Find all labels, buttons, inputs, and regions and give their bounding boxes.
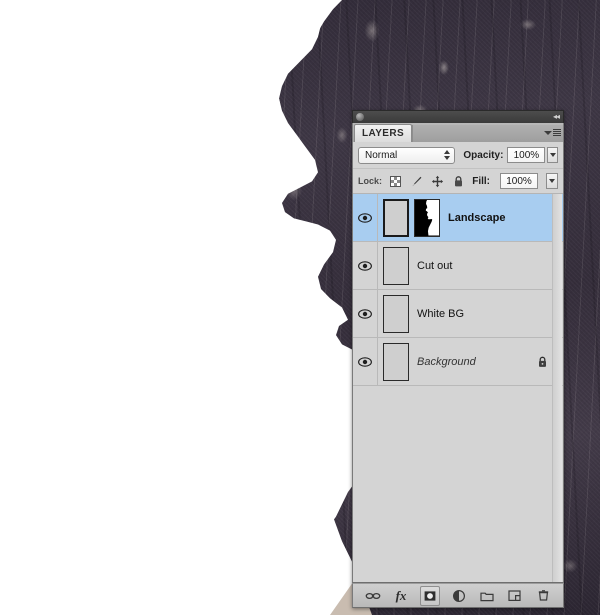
layer-name[interactable]: Landscape [448, 212, 505, 224]
mask-icon [424, 590, 436, 601]
lock-row: Lock: Fill: 100% [353, 169, 563, 194]
layer-style-button[interactable]: fx [392, 587, 410, 605]
collapse-chevrons-icon[interactable]: ◂◂ [547, 113, 560, 121]
eye-icon [358, 308, 372, 319]
layers-panel-footer: fx [352, 583, 564, 608]
delete-layer-button[interactable] [534, 587, 552, 605]
layers-panel: ◂◂ LAYERS Normal Opacity: 100% Lock: Fil… [352, 110, 564, 608]
new-layer-button[interactable] [506, 587, 524, 605]
folder-icon [480, 592, 494, 601]
layer-thumbnail[interactable] [383, 198, 409, 237]
layer-visibility-toggle[interactable] [353, 194, 378, 241]
layer-thumbnails[interactable] [378, 198, 440, 237]
panel-grip-icon[interactable] [356, 113, 364, 121]
menu-lines-icon [553, 129, 561, 136]
half-circle-icon [452, 589, 466, 602]
panel-body: Normal Opacity: 100% Lock: Fill: 100% La… [352, 142, 564, 583]
panel-tab-row: LAYERS [352, 123, 564, 142]
panel-titlebar[interactable]: ◂◂ [352, 110, 564, 123]
layers-scrollbar[interactable] [552, 194, 562, 582]
layer-name[interactable]: Background [417, 356, 476, 368]
layer-list: Landscape Cut out White BG Background [353, 194, 563, 582]
table-row[interactable]: White BG [353, 290, 563, 338]
add-layer-mask-button[interactable] [420, 585, 440, 606]
trash-icon [538, 590, 548, 601]
padlock-icon [455, 175, 463, 186]
brush-icon [412, 176, 422, 186]
tab-layers[interactable]: LAYERS [354, 124, 413, 142]
tab-empty-area [412, 125, 563, 142]
layer-thumbnails[interactable] [378, 342, 409, 381]
move-icon [431, 175, 444, 187]
lock-label: Lock: [358, 176, 383, 186]
layer-name[interactable]: Cut out [417, 260, 452, 272]
checkerboard-icon [390, 175, 402, 187]
blend-mode-select[interactable]: Normal [358, 146, 456, 164]
stepper-arrows-icon[interactable] [444, 150, 451, 160]
fill-input[interactable]: 100% [500, 173, 538, 189]
opacity-dropdown-arrow[interactable] [547, 147, 558, 163]
eye-icon [358, 212, 372, 223]
layer-locked-icon [536, 355, 549, 368]
blend-mode-row: Normal Opacity: 100% [353, 142, 563, 169]
table-row[interactable]: Landscape [353, 194, 563, 242]
lock-position-button[interactable] [430, 174, 445, 189]
lock-all-button[interactable] [451, 174, 466, 189]
opacity-label: Opacity: [463, 149, 504, 161]
layer-thumbnail[interactable] [383, 342, 409, 381]
eye-icon [358, 260, 372, 271]
lock-transparent-pixels-button[interactable] [388, 174, 403, 189]
table-row[interactable]: Cut out [353, 242, 563, 290]
adjustment-layer-button[interactable] [450, 587, 468, 605]
layer-thumbnail[interactable] [383, 246, 409, 285]
layer-mask-thumbnail[interactable] [414, 198, 440, 237]
link-icon [365, 592, 381, 599]
fill-label: Fill: [472, 175, 490, 187]
layer-visibility-toggle[interactable] [353, 338, 378, 385]
new-layer-icon [508, 590, 521, 601]
lock-image-pixels-button[interactable] [409, 174, 424, 189]
layer-thumbnails[interactable] [378, 294, 409, 333]
layer-visibility-toggle[interactable] [353, 290, 378, 337]
table-row[interactable]: Background [353, 338, 563, 386]
fx-icon: fx [395, 587, 407, 603]
new-group-button[interactable] [478, 587, 496, 605]
layer-visibility-toggle[interactable] [353, 242, 378, 289]
panel-menu-button[interactable] [544, 127, 561, 138]
link-layers-button[interactable] [364, 587, 382, 605]
fill-dropdown-arrow[interactable] [546, 173, 558, 189]
blend-mode-value: Normal [365, 149, 398, 161]
layer-name[interactable]: White BG [417, 308, 464, 320]
layer-thumbnails[interactable] [378, 246, 409, 285]
chevron-down-icon [544, 130, 552, 135]
eye-icon [358, 356, 372, 367]
opacity-input[interactable]: 100% [507, 147, 546, 163]
layer-list-empty-space [353, 386, 563, 582]
layer-thumbnail[interactable] [383, 294, 409, 333]
